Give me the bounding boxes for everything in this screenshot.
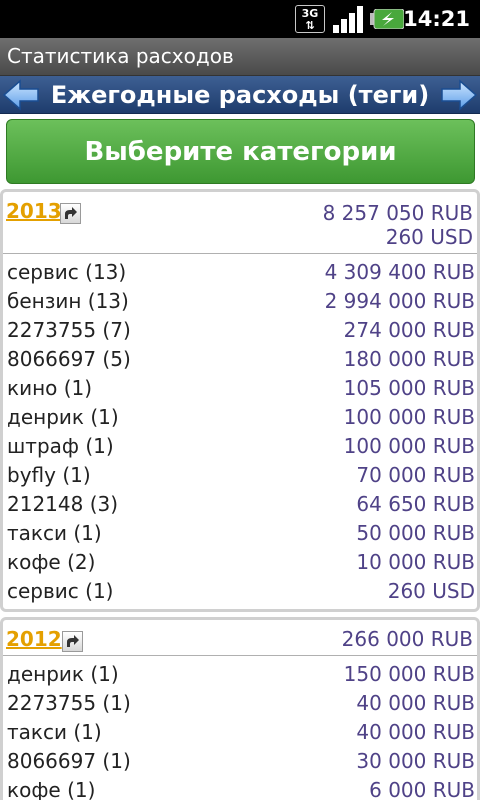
- signal-icon: [333, 6, 363, 33]
- list-item: 212148 (3) 64 650 RUB: [3, 490, 477, 519]
- tag-label: 212148 (3): [7, 492, 119, 516]
- list-item: бензин (13) 2 994 000 RUB: [3, 287, 477, 316]
- tag-list: денрик (1) 150 000 RUB 2273755 (1) 40 000 …: [3, 660, 477, 800]
- tag-amount: 260 USD: [387, 579, 475, 603]
- tag-amount: 40 000 RUB: [356, 691, 475, 715]
- year-totals: 266 000 RUB: [342, 627, 473, 651]
- tag-list: сервис (13) 4 309 400 RUB бензин (13) 2 99…: [3, 258, 477, 606]
- tag-amount: 10 000 RUB: [356, 550, 475, 574]
- tag-label: денрик (1): [7, 662, 119, 686]
- list-item: 8066697 (5) 180 000 RUB: [3, 345, 477, 374]
- tag-amount: 4 309 400 RUB: [324, 260, 475, 284]
- tag-label: денрик (1): [7, 405, 119, 429]
- list-item: 8066697 (1) 30 000 RUB: [3, 747, 477, 776]
- tag-label: сервис (1): [7, 579, 114, 603]
- tag-label: кофе (1): [7, 778, 96, 800]
- tag-label: такси (1): [7, 521, 102, 545]
- tag-amount: 70 000 RUB: [356, 463, 475, 487]
- chart-link-icon[interactable]: [62, 631, 83, 652]
- year-section-2013: 2013 8 257 050 RUB 260 USD сервис (13) 4 …: [0, 189, 480, 612]
- clock: 14:21: [403, 7, 470, 31]
- year-totals: 8 257 050 RUB 260 USD: [323, 201, 473, 249]
- list-item: кино (1) 105 000 RUB: [3, 374, 477, 403]
- arrow-left-icon[interactable]: [1, 79, 41, 111]
- year-link[interactable]: 2013: [6, 197, 62, 225]
- year-link[interactable]: 2012: [6, 625, 62, 653]
- list-item: денрик (1) 100 000 RUB: [3, 403, 477, 432]
- tag-amount: 50 000 RUB: [356, 521, 475, 545]
- status-bar: 3G ⇅ 14:21: [0, 0, 480, 38]
- list-item: такси (1) 50 000 RUB: [3, 519, 477, 548]
- list-item: сервис (13) 4 309 400 RUB: [3, 258, 477, 287]
- tag-amount: 2 994 000 RUB: [324, 289, 475, 313]
- list-item: кофе (1) 6 000 RUB: [3, 776, 477, 800]
- chart-link-icon[interactable]: [60, 203, 81, 224]
- tag-amount: 64 650 RUB: [356, 492, 475, 516]
- list-item: 2273755 (7) 274 000 RUB: [3, 316, 477, 345]
- tag-amount: 105 000 RUB: [343, 376, 475, 400]
- period-navigation: Ежегодные расходы (теги): [0, 76, 480, 114]
- tag-amount: 6 000 RUB: [369, 778, 475, 800]
- divider: [3, 253, 477, 254]
- tag-amount: 100 000 RUB: [343, 434, 475, 458]
- tag-amount: 274 000 RUB: [343, 318, 475, 342]
- tag-amount: 30 000 RUB: [356, 749, 475, 773]
- list-item: штраф (1) 100 000 RUB: [3, 432, 477, 461]
- year-section-2012: 2012 266 000 RUB денрик (1) 150 000 RUB 2…: [0, 617, 480, 800]
- tag-amount: 40 000 RUB: [356, 720, 475, 744]
- tag-label: 8066697 (1): [7, 749, 131, 773]
- app-title: Статистика расходов: [7, 44, 234, 68]
- total-rub: 8 257 050 RUB: [322, 201, 473, 225]
- list-item: такси (1) 40 000 RUB: [3, 718, 477, 747]
- 3g-icon: 3G ⇅: [295, 5, 325, 33]
- tag-label: byfly (1): [7, 463, 91, 487]
- battery-icon: [370, 9, 404, 29]
- tag-amount: 150 000 RUB: [343, 662, 475, 686]
- list-item: денрик (1) 150 000 RUB: [3, 660, 477, 689]
- tag-label: такси (1): [7, 720, 102, 744]
- list-item: сервис (1) 260 USD: [3, 577, 477, 606]
- total-usd: 260 USD: [385, 225, 473, 249]
- tag-label: 2273755 (7): [7, 318, 131, 342]
- tag-amount: 100 000 RUB: [343, 405, 475, 429]
- list-item: byfly (1) 70 000 RUB: [3, 461, 477, 490]
- select-categories-button[interactable]: Выберите категории: [6, 119, 475, 184]
- tag-label: 2273755 (1): [7, 691, 131, 715]
- total-rub: 266 000 RUB: [341, 627, 473, 651]
- tag-label: штраф (1): [7, 434, 114, 458]
- divider: [3, 655, 477, 656]
- tag-amount: 180 000 RUB: [343, 347, 475, 371]
- tag-label: бензин (13): [7, 289, 129, 313]
- tag-label: кофе (2): [7, 550, 96, 574]
- tag-label: сервис (13): [7, 260, 127, 284]
- tag-label: 8066697 (5): [7, 347, 131, 371]
- app-title-bar: Статистика расходов: [0, 38, 480, 76]
- list-item: 2273755 (1) 40 000 RUB: [3, 689, 477, 718]
- tag-label: кино (1): [7, 376, 93, 400]
- list-item: кофе (2) 10 000 RUB: [3, 548, 477, 577]
- arrow-right-icon[interactable]: [439, 79, 479, 111]
- nav-title: Ежегодные расходы (теги): [50, 81, 430, 109]
